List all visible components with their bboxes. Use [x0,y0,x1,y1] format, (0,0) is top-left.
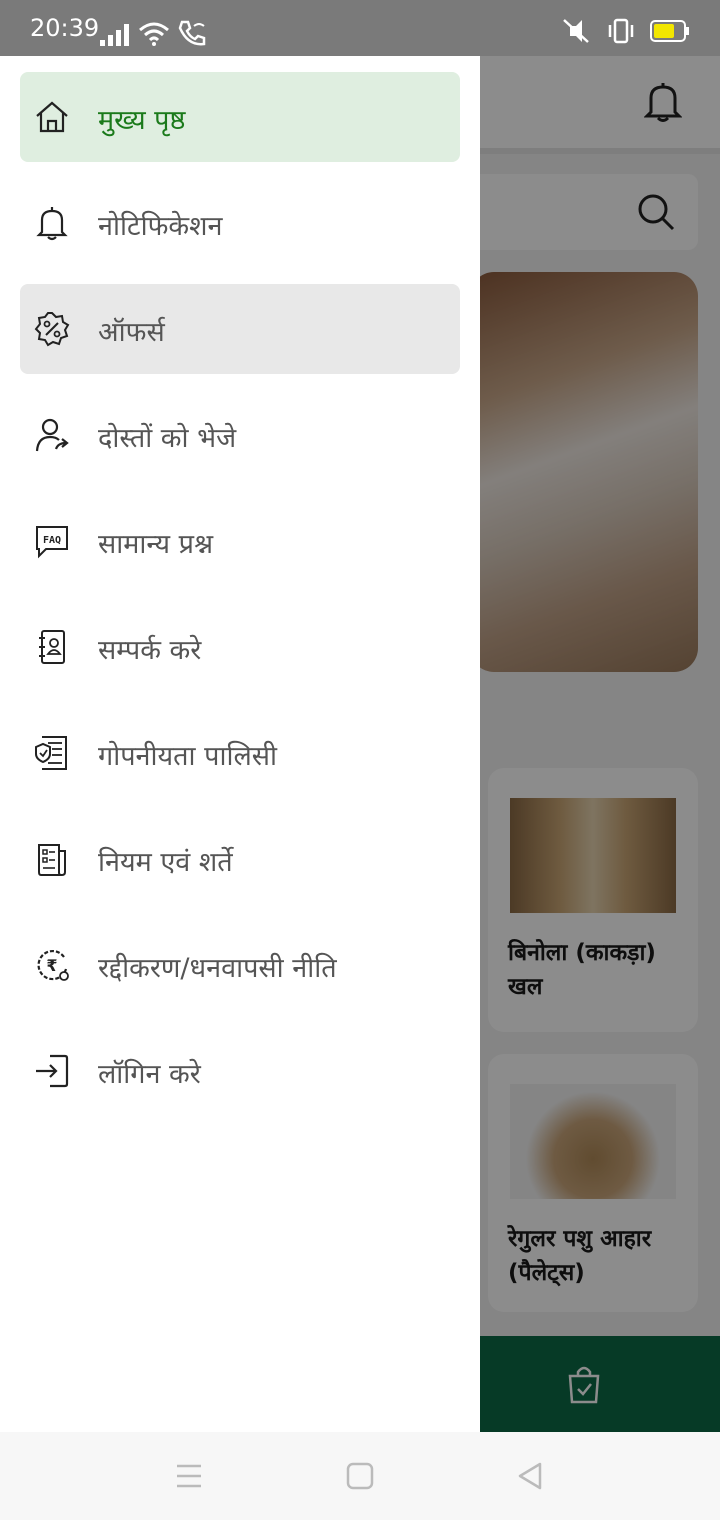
menu-label: नियम एवं शर्ते [98,847,233,878]
menu-label: रद्दीकरण/धनवापसी नीति [98,953,337,984]
menu-item-contact[interactable]: सम्पर्क करे [20,602,460,692]
menu-label: दोस्तों को भेजे [98,423,237,454]
menu-label: नोटिफिकेशन [98,211,223,242]
menu-label: ऑफर्स [98,317,165,348]
login-icon [34,1053,70,1089]
wifi-calling-icon [178,20,206,46]
home-icon [34,99,70,135]
menu-item-notification[interactable]: नोटिफिकेशन [20,178,460,268]
navigation-drawer: मुख्य पृष्ठ नोटिफिकेशन ऑफर्स दोस्तों को … [0,56,480,1432]
menu-label: सम्पर्क करे [98,635,202,666]
mute-vibrate-icon [563,19,589,43]
refund-rupee-icon: ₹ [34,947,70,983]
battery-icon [650,20,689,42]
share-user-icon [34,417,70,453]
menu-item-login[interactable]: लॉगिन करे [20,1026,460,1116]
recent-apps-icon[interactable] [175,1462,203,1490]
system-navigation-bar [0,1432,720,1520]
signal-icon [100,24,129,46]
menu-label: लॉगिन करे [98,1059,201,1090]
contact-book-icon [34,629,70,665]
faq-icon: FAQ [34,523,70,559]
wifi-icon [139,22,169,46]
menu-item-terms[interactable]: नियम एवं शर्ते [20,814,460,904]
discount-badge-icon [34,311,70,347]
back-button-icon[interactable] [516,1462,544,1490]
vibrate-icon [608,18,634,44]
menu-label: गोपनीयता पालिसी [98,741,278,772]
menu-item-refund-policy[interactable]: ₹ रद्दीकरण/धनवापसी नीति [20,920,460,1010]
svg-text:FAQ: FAQ [43,535,61,546]
status-bar: 20:39 [0,0,720,56]
home-button-icon[interactable] [346,1462,374,1490]
menu-item-offers[interactable]: ऑफर्स [20,284,460,374]
menu-item-home[interactable]: मुख्य पृष्ठ [20,72,460,162]
menu-item-faq[interactable]: FAQ सामान्य प्रश्न [20,496,460,586]
menu-item-share-friends[interactable]: दोस्तों को भेजे [20,390,460,480]
menu-item-privacy-policy[interactable]: गोपनीयता पालिसी [20,708,460,798]
privacy-policy-icon [34,735,70,771]
terms-document-icon [34,841,70,877]
status-time: 20:39 [30,14,100,42]
menu-label: मुख्य पृष्ठ [98,105,186,136]
svg-text:₹: ₹ [46,956,57,975]
bell-icon [34,205,70,241]
menu-label: सामान्य प्रश्न [98,529,214,560]
